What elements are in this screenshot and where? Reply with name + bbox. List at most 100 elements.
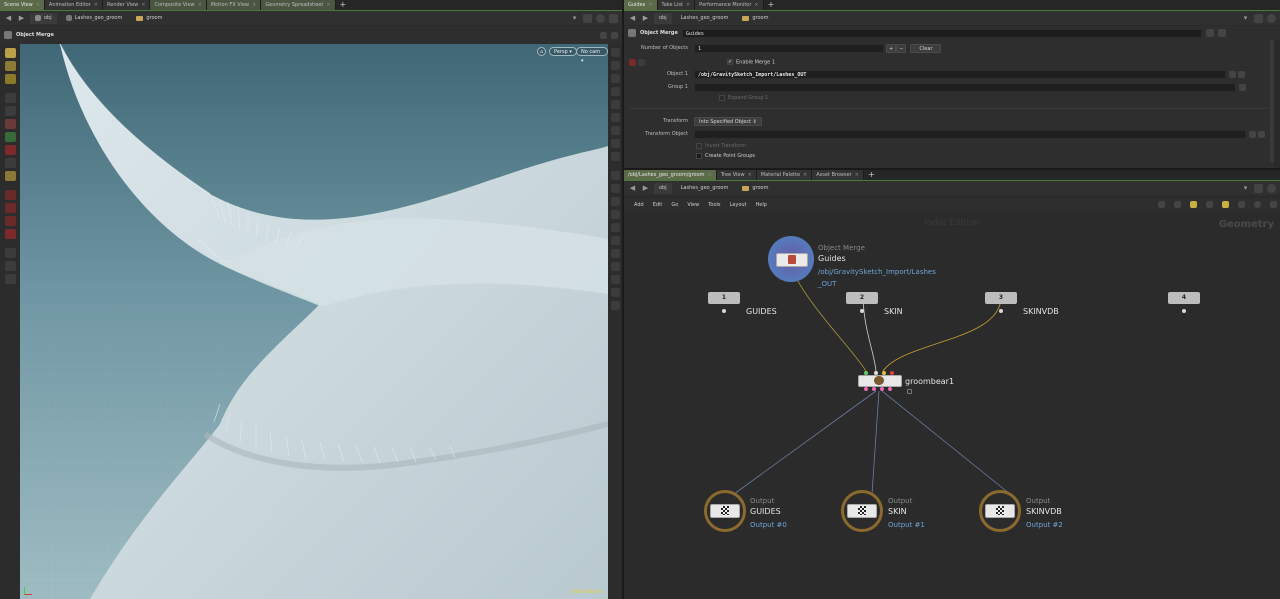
tab-motion-fx-view[interactable]: Motion FX View × — [206, 0, 262, 10]
brush-select-icon[interactable] — [4, 216, 16, 226]
close-icon[interactable]: × — [754, 0, 758, 10]
close-icon[interactable]: × — [748, 170, 752, 180]
remove-instance-icon[interactable] — [629, 58, 636, 66]
list-icon[interactable] — [1206, 201, 1213, 208]
link-icon[interactable] — [1267, 183, 1276, 193]
num-objects-field[interactable]: 1 — [694, 43, 884, 53]
input-2-output[interactable] — [860, 309, 864, 313]
breadcrumb-obj[interactable]: obj — [654, 12, 672, 24]
node-chooser-icon[interactable] — [1238, 70, 1245, 78]
tab-animation-editor[interactable]: Animation Editor × — [44, 0, 103, 10]
input-1-node[interactable]: 1 — [708, 292, 740, 304]
groom-output-2[interactable] — [880, 387, 884, 391]
snapshot-icon[interactable] — [610, 275, 620, 284]
node-name-field[interactable]: Guides — [681, 28, 1202, 38]
link-icon[interactable] — [596, 13, 605, 23]
light-tool-icon[interactable] — [4, 119, 16, 129]
point-icon[interactable] — [610, 171, 620, 180]
breadcrumb-obj[interactable]: obj — [30, 12, 57, 24]
tab-guides[interactable]: Guides × — [624, 0, 658, 10]
output-0-node[interactable] — [704, 490, 746, 532]
add-tab-icon[interactable]: + — [764, 0, 779, 10]
tab-material-palette[interactable]: Material Palette × — [756, 170, 813, 180]
breadcrumb-geo[interactable]: Lashes_geo_groom — [676, 183, 734, 194]
back-icon[interactable]: ◀ — [4, 14, 13, 23]
transform-object-field[interactable] — [694, 129, 1246, 139]
breadcrumb-obj[interactable]: obj — [654, 182, 672, 194]
input-2-node[interactable]: 2 — [846, 292, 878, 304]
groombear-node[interactable] — [858, 371, 902, 391]
close-icon[interactable]: × — [686, 0, 690, 10]
menu-add[interactable]: Add — [634, 202, 644, 208]
create-point-groups-checkbox[interactable] — [696, 153, 702, 159]
tab-asset-browser[interactable]: Asset Browser × — [812, 170, 864, 180]
light-icon[interactable] — [610, 100, 620, 109]
node-chooser-icon[interactable] — [1258, 130, 1265, 138]
uv-icon[interactable] — [610, 223, 620, 232]
tab-scene-view[interactable]: Scene View × — [0, 0, 45, 10]
param-scrollbar[interactable] — [1270, 40, 1274, 162]
output-1-node[interactable] — [841, 490, 883, 532]
close-icon[interactable]: × — [94, 0, 98, 10]
3d-viewport[interactable]: ⌂ Persp ▾ No cam ▾ Indie Edition — [20, 44, 608, 599]
output-2-node[interactable] — [979, 490, 1021, 532]
input-3-node[interactable]: 3 — [985, 292, 1017, 304]
remove-object-button[interactable]: − — [896, 43, 907, 53]
dropdown-icon[interactable]: ▾ — [1241, 184, 1250, 193]
close-icon[interactable]: × — [326, 0, 330, 10]
breadcrumb-geo[interactable]: Lashes_geo_groom — [61, 13, 128, 24]
tab-composite-view[interactable]: Composite View × — [150, 0, 207, 10]
prim-icon[interactable] — [610, 197, 620, 206]
close-icon[interactable]: × — [855, 170, 859, 180]
input-4-output[interactable] — [1182, 309, 1186, 313]
pose-tool-icon[interactable] — [4, 93, 16, 103]
forward-icon[interactable]: ▶ — [641, 14, 650, 23]
close-icon[interactable]: × — [708, 170, 712, 180]
edge-icon[interactable] — [610, 249, 620, 258]
camera-icon[interactable] — [610, 288, 620, 297]
groom-output-3[interactable] — [888, 387, 892, 391]
menu-go[interactable]: Go — [671, 202, 678, 208]
close-icon[interactable]: × — [803, 170, 807, 180]
insert-instance-icon[interactable] — [638, 58, 645, 66]
menu-view[interactable]: View — [687, 202, 699, 208]
grid-icon[interactable] — [1174, 201, 1181, 208]
menu-tools[interactable]: Tools — [708, 202, 720, 208]
camera-tool-icon[interactable] — [4, 261, 16, 271]
breadcrumb-geo[interactable]: Lashes_geo_groom — [676, 13, 734, 24]
wireframe-icon[interactable] — [610, 61, 620, 70]
back-icon[interactable]: ◀ — [628, 184, 637, 193]
note-icon[interactable] — [1190, 201, 1197, 208]
breadcrumb-groom[interactable]: groom — [737, 13, 773, 24]
add-object-button[interactable]: + — [886, 43, 897, 53]
info-icon[interactable] — [1270, 201, 1277, 208]
group1-field[interactable] — [694, 82, 1236, 92]
render-tool-icon[interactable] — [4, 274, 16, 284]
pane-splitter-vertical[interactable] — [622, 0, 624, 599]
help-icon[interactable] — [609, 13, 618, 23]
link-icon[interactable] — [1267, 13, 1276, 23]
close-icon[interactable]: × — [141, 0, 145, 10]
invert-transform-checkbox[interactable] — [696, 143, 702, 149]
groom-output-1[interactable] — [872, 387, 876, 391]
flipbook-icon[interactable] — [610, 301, 620, 310]
group-menu-icon[interactable] — [1239, 83, 1246, 91]
view-tool-icon[interactable] — [4, 61, 16, 71]
object-merge-node[interactable] — [768, 236, 814, 282]
close-icon[interactable]: × — [36, 0, 40, 10]
expand-group-checkbox[interactable] — [719, 95, 725, 101]
tab-take-list[interactable]: Take List × — [657, 0, 696, 10]
magnet-icon[interactable] — [4, 229, 16, 239]
number-icon[interactable] — [610, 210, 620, 219]
palette-icon[interactable] — [1222, 201, 1229, 208]
dropdown-icon[interactable]: ▾ — [1241, 14, 1250, 23]
bulb-icon[interactable] — [610, 126, 620, 135]
pin-icon[interactable] — [1254, 183, 1263, 193]
group-tool-icon[interactable] — [4, 171, 16, 181]
wrench-icon[interactable] — [1158, 201, 1165, 208]
vector-icon[interactable] — [610, 236, 620, 245]
input-1-output[interactable] — [722, 309, 726, 313]
template-icon[interactable] — [610, 152, 620, 161]
object1-field[interactable]: /obj/GravitySketch_Import/Lashes_OUT — [694, 69, 1226, 79]
scale-tool-icon[interactable] — [4, 158, 16, 168]
